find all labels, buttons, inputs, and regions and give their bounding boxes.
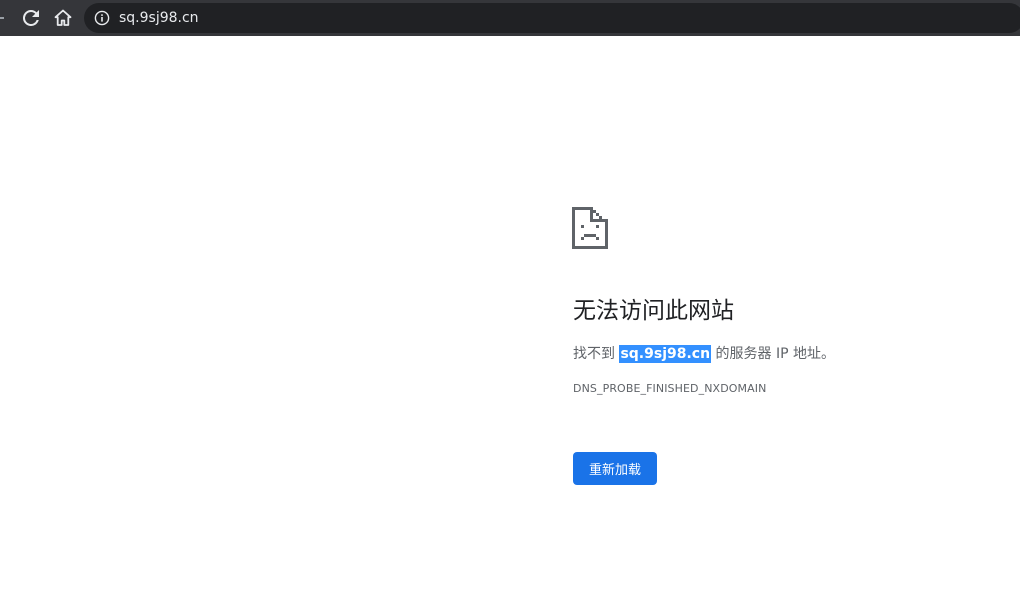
error-detail: 找不到 sq.9sj98.cn 的服务器 IP 地址。 (573, 342, 835, 366)
url-text[interactable]: sq.9sj98.cn (119, 9, 199, 27)
home-icon (54, 9, 72, 26)
detail-prefix: 找不到 (573, 346, 620, 362)
error-page: 无法访问此网站 找不到 sq.9sj98.cn 的服务器 IP 地址。 DNS_… (0, 36, 1020, 596)
detail-suffix: 的服务器 IP 地址。 (711, 346, 835, 362)
detail-host: sq.9sj98.cn (619, 345, 712, 363)
reload-button[interactable] (17, 4, 45, 32)
sad-page-icon (572, 207, 608, 249)
error-code: DNS_PROBE_FINISHED_NXDOMAIN (573, 382, 767, 395)
reload-icon (23, 10, 39, 26)
home-button[interactable] (49, 4, 77, 32)
back-button[interactable] (0, 4, 12, 32)
error-title: 无法访问此网站 (573, 298, 734, 324)
reload-page-button[interactable]: 重新加载 (573, 452, 657, 485)
browser-toolbar: sq.9sj98.cn (0, 0, 1020, 36)
back-arrow-icon (0, 17, 4, 19)
info-icon[interactable] (94, 10, 110, 26)
address-bar[interactable]: sq.9sj98.cn (84, 3, 1020, 33)
